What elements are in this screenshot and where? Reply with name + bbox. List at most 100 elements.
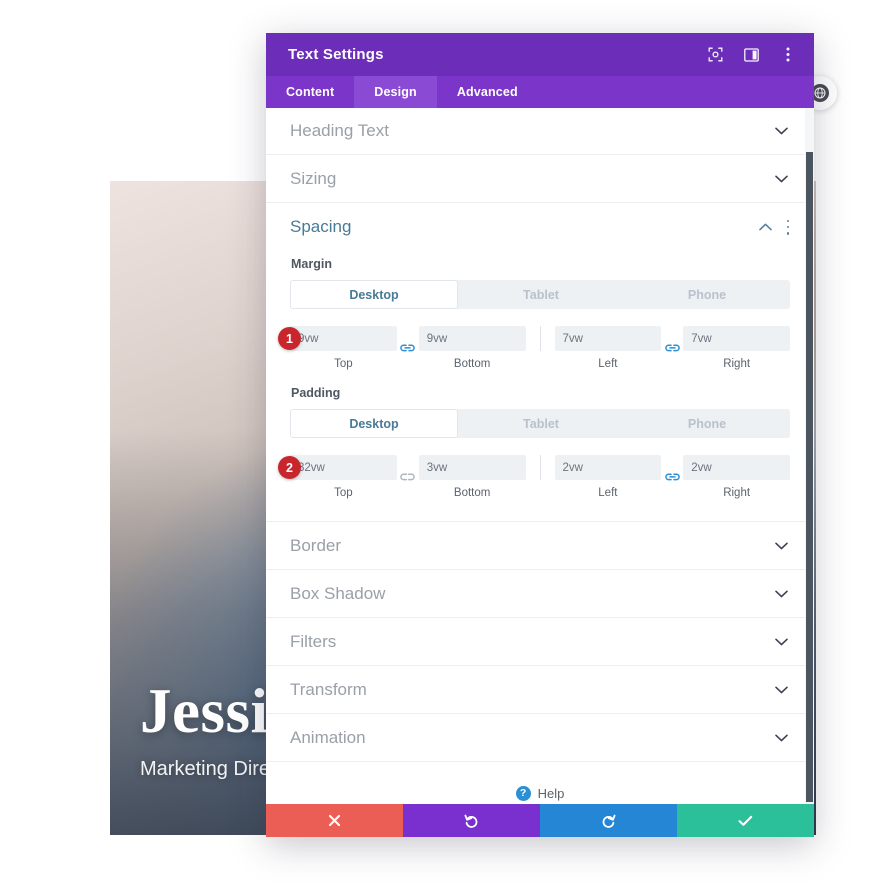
section-spacing-tools	[758, 219, 790, 235]
section-border[interactable]: Border	[266, 522, 814, 570]
tab-design[interactable]: Design	[354, 76, 437, 108]
margin-horizontal-pair: Left Right	[554, 326, 790, 370]
kebab-menu-icon[interactable]	[786, 219, 790, 235]
modal-body: Heading Text Sizing Spacing Margin Deskt…	[266, 108, 814, 804]
margin-device-tablet[interactable]: Tablet	[458, 280, 624, 309]
margin-fields-row: 1 Top	[278, 326, 790, 370]
redo-button[interactable]	[540, 804, 677, 837]
margin-device-desktop[interactable]: Desktop	[290, 280, 458, 309]
padding-left-caption: Left	[598, 487, 618, 499]
section-box-shadow-label: Box Shadow	[290, 583, 386, 603]
padding-bottom-caption: Bottom	[453, 487, 491, 499]
padding-right-caption: Right	[723, 487, 751, 499]
section-border-label: Border	[290, 535, 342, 555]
help-row[interactable]: ? Help	[266, 762, 814, 804]
section-spacing: Spacing Margin Desktop Tablet Phone 1 9v…	[266, 203, 814, 522]
margin-bottom-caption: Bottom	[453, 358, 491, 370]
modal-header-icons	[707, 46, 796, 63]
section-animation[interactable]: Animation	[266, 714, 814, 762]
link-connected-icon[interactable]	[661, 336, 683, 361]
section-box-shadow[interactable]: Box Shadow	[266, 570, 814, 618]
chevron-down-icon[interactable]	[774, 587, 788, 601]
text-settings-modal: Text Settings Content Design Advanced He…	[266, 33, 814, 837]
padding-left-field: Left	[554, 455, 662, 499]
link-broken-icon[interactable]	[397, 465, 419, 490]
padding-group: Padding Desktop Tablet Phone 2 Top	[278, 386, 790, 499]
section-spacing-label: Spacing	[290, 217, 352, 236]
padding-top-field: Top	[290, 455, 397, 499]
chevron-down-icon[interactable]	[774, 172, 788, 186]
chevron-down-icon[interactable]	[774, 124, 788, 138]
layout-panel-icon[interactable]	[743, 46, 760, 63]
check-icon	[738, 815, 753, 827]
modal-header: Text Settings	[266, 33, 814, 76]
section-sizing-label: Sizing	[290, 168, 337, 188]
chevron-down-icon[interactable]	[774, 635, 788, 649]
section-transform[interactable]: Transform	[266, 666, 814, 714]
settings-scroll-area: Heading Text Sizing Spacing Margin Deskt…	[266, 108, 814, 804]
undo-button[interactable]	[403, 804, 540, 837]
padding-right-input[interactable]	[683, 455, 790, 480]
scrollbar-thumb[interactable]	[806, 152, 813, 802]
section-heading-text[interactable]: Heading Text	[266, 108, 814, 155]
margin-group: Margin Desktop Tablet Phone 1 Top	[278, 257, 790, 370]
margin-device-tabs: Desktop Tablet Phone	[290, 280, 790, 309]
tab-advanced[interactable]: Advanced	[437, 76, 538, 108]
save-button[interactable]	[677, 804, 814, 837]
margin-top-field: Top	[290, 326, 397, 370]
margin-device-phone[interactable]: Phone	[624, 280, 790, 309]
padding-bottom-field: Bottom	[418, 455, 526, 499]
padding-device-phone[interactable]: Phone	[624, 409, 790, 438]
step-badge-1: 1	[278, 327, 301, 350]
section-heading-text-label: Heading Text	[290, 121, 389, 140]
modal-tabs: Content Design Advanced	[266, 76, 814, 108]
focus-target-icon[interactable]	[707, 46, 724, 63]
chevron-down-icon[interactable]	[774, 539, 788, 553]
chevron-down-icon[interactable]	[774, 683, 788, 697]
margin-top-input[interactable]	[290, 326, 397, 351]
margin-right-input[interactable]	[683, 326, 790, 351]
padding-device-desktop[interactable]: Desktop	[290, 409, 458, 438]
margin-bottom-field: Bottom	[418, 326, 526, 370]
margin-vertical-pair: Top Bottom	[290, 326, 526, 370]
padding-top-caption: Top	[334, 487, 353, 499]
padding-horizontal-pair: Left Right	[554, 455, 790, 499]
padding-device-tablet[interactable]: Tablet	[458, 409, 624, 438]
padding-left-input[interactable]	[554, 455, 662, 480]
help-circle-icon: ?	[515, 785, 531, 801]
tab-content[interactable]: Content	[266, 76, 354, 108]
link-connected-icon[interactable]	[661, 465, 683, 490]
section-filters-label: Filters	[290, 631, 337, 651]
modal-title: Text Settings	[288, 46, 384, 63]
chevron-up-icon[interactable]	[758, 220, 772, 234]
margin-bottom-input[interactable]	[418, 326, 526, 351]
page-left-margin	[0, 0, 110, 889]
fields-divider	[539, 326, 541, 351]
chevron-down-icon[interactable]	[774, 731, 788, 745]
section-sizing[interactable]: Sizing	[266, 155, 814, 203]
padding-device-tabs: Desktop Tablet Phone	[290, 409, 790, 438]
section-transform-label: Transform	[290, 679, 367, 699]
scrollbar-track[interactable]	[805, 108, 814, 804]
help-label: Help	[537, 785, 565, 801]
padding-bottom-input[interactable]	[418, 455, 526, 480]
margin-right-caption: Right	[723, 358, 751, 370]
section-spacing-header[interactable]: Spacing	[290, 203, 790, 251]
undo-icon	[464, 813, 479, 828]
margin-right-field: Right	[683, 326, 790, 370]
kebab-menu-icon[interactable]	[779, 46, 796, 63]
section-animation-label: Animation	[290, 727, 366, 747]
step-badge-2: 2	[278, 456, 301, 479]
padding-label: Padding	[291, 386, 341, 400]
margin-left-input[interactable]	[554, 326, 662, 351]
margin-left-field: Left	[554, 326, 662, 370]
section-filters[interactable]: Filters	[266, 618, 814, 666]
padding-vertical-pair: Top Bottom	[290, 455, 526, 499]
cancel-button[interactable]	[266, 804, 403, 837]
padding-top-input[interactable]	[290, 455, 397, 480]
link-connected-icon[interactable]	[397, 336, 419, 361]
padding-right-field: Right	[683, 455, 790, 499]
modal-footer	[266, 804, 814, 837]
close-icon	[328, 814, 341, 827]
redo-icon	[601, 813, 616, 828]
